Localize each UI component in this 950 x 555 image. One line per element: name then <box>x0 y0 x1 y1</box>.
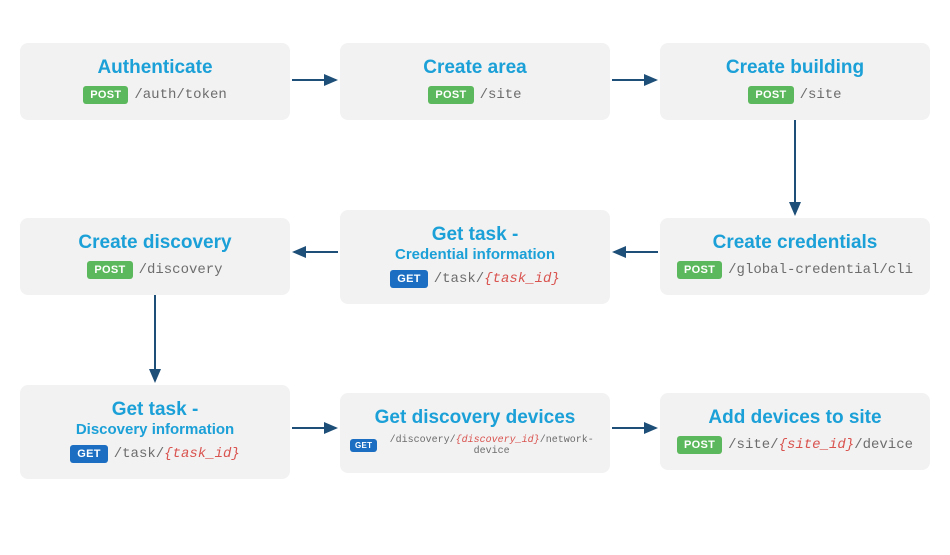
api-endpoint: POST /global-credential/cli <box>677 261 913 279</box>
api-endpoint: GET /task/{task_id} <box>390 270 560 288</box>
api-path: /task/{task_id} <box>434 271 560 287</box>
node-create-building: Create building POST /site <box>660 43 930 120</box>
http-method-badge: GET <box>390 270 428 288</box>
api-path: /site <box>480 87 522 103</box>
http-method-badge: GET <box>350 439 377 452</box>
api-path: /auth/token <box>134 87 226 103</box>
api-path: /site/{site_id}/device <box>728 437 913 453</box>
api-endpoint: POST /site <box>428 86 521 104</box>
node-title: Create building <box>670 57 920 79</box>
node-add-devices-to-site: Add devices to site POST /site/{site_id}… <box>660 393 930 470</box>
node-create-area: Create area POST /site <box>340 43 610 120</box>
node-get-task-credential: Get task - Credential information GET /t… <box>340 210 610 304</box>
api-endpoint: POST /site/{site_id}/device <box>677 436 913 454</box>
http-method-badge: POST <box>677 436 722 454</box>
node-create-credentials: Create credentials POST /global-credenti… <box>660 218 930 295</box>
http-method-badge: GET <box>70 445 108 463</box>
api-endpoint: POST /auth/token <box>83 86 227 104</box>
node-authenticate: Authenticate POST /auth/token <box>20 43 290 120</box>
api-endpoint: POST /discovery <box>87 261 222 279</box>
node-title: Create area <box>350 57 600 79</box>
api-endpoint: GET /task/{task_id} <box>70 445 240 463</box>
node-subtitle: Discovery information <box>30 421 280 438</box>
api-path: /task/{task_id} <box>114 446 240 462</box>
api-path: /site <box>800 87 842 103</box>
node-title: Create credentials <box>670 232 920 254</box>
http-method-badge: POST <box>677 261 722 279</box>
http-method-badge: POST <box>83 86 128 104</box>
node-subtitle: Credential information <box>350 246 600 263</box>
api-path: /discovery/{discovery_id}/network-device <box>383 435 600 457</box>
node-title: Authenticate <box>30 57 280 79</box>
node-create-discovery: Create discovery POST /discovery <box>20 218 290 295</box>
api-path: /discovery <box>139 262 223 278</box>
api-endpoint: GET /discovery/{discovery_id}/network-de… <box>350 435 600 457</box>
path-variable: {task_id} <box>164 446 240 462</box>
path-variable: {task_id} <box>484 271 560 287</box>
http-method-badge: POST <box>87 261 132 279</box>
node-title: Get discovery devices <box>350 407 600 429</box>
node-get-discovery-devices: Get discovery devices GET /discovery/{di… <box>340 393 610 473</box>
path-variable: {discovery_id} <box>456 435 540 446</box>
flow-diagram: Authenticate POST /auth/token Create are… <box>0 0 950 555</box>
node-get-task-discovery: Get task - Discovery information GET /ta… <box>20 385 290 479</box>
node-title: Get task - Credential information <box>350 224 600 263</box>
path-variable: {site_id} <box>779 437 855 453</box>
node-title: Get task - Discovery information <box>30 399 280 438</box>
node-title: Create discovery <box>30 232 280 254</box>
node-title: Add devices to site <box>670 407 920 429</box>
http-method-badge: POST <box>748 86 793 104</box>
api-path: /global-credential/cli <box>728 262 913 278</box>
http-method-badge: POST <box>428 86 473 104</box>
api-endpoint: POST /site <box>748 86 841 104</box>
